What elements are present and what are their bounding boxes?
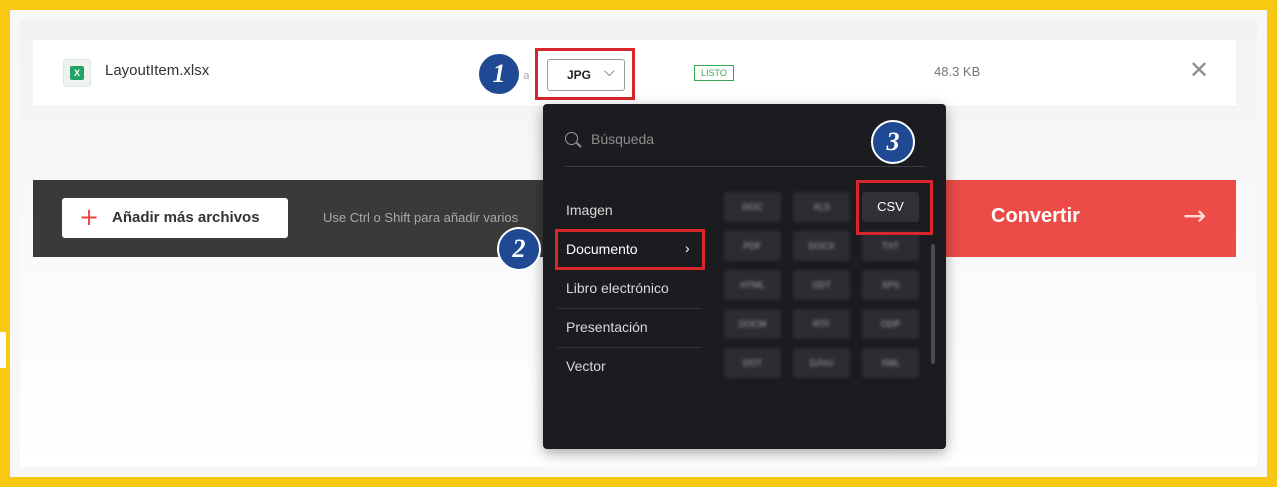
format-option[interactable]: PDF xyxy=(724,231,781,261)
file-row: X LayoutItem.xlsx a JPG ⌵ LISTO 48.3 KB … xyxy=(33,40,1236,107)
add-files-button[interactable]: + Añadir más archivos xyxy=(62,198,288,238)
file-size: 48.3 KB xyxy=(934,64,981,79)
category-label: Presentación xyxy=(566,319,648,335)
plus-icon: + xyxy=(79,203,100,231)
search-divider xyxy=(565,166,925,167)
convert-label: Convertir xyxy=(991,205,1080,227)
category-item-libro-electronico[interactable]: Libro electrónico xyxy=(557,270,702,309)
excel-file-icon: X xyxy=(63,59,91,87)
format-option[interactable]: XPS xyxy=(862,270,919,300)
category-item-presentacion[interactable]: Presentación xyxy=(557,309,702,348)
status-badge: LISTO xyxy=(694,65,734,81)
category-highlight xyxy=(555,229,705,270)
format-option[interactable]: ODT xyxy=(793,270,850,300)
format-option[interactable]: DOC xyxy=(724,192,781,222)
category-item-imagen[interactable]: Imagen xyxy=(557,192,702,231)
format-select[interactable]: JPG ⌵ xyxy=(547,59,625,91)
step-badge-2: 2 xyxy=(497,227,541,271)
search-input[interactable]: Búsqueda xyxy=(591,131,654,147)
format-select-value: JPG xyxy=(567,68,592,82)
format-option[interactable]: DOT xyxy=(724,348,781,378)
format-select-highlight: JPG ⌵ xyxy=(535,48,635,100)
category-label: Vector xyxy=(566,358,606,374)
multi-select-hint: Use Ctrl o Shift para añadir varios xyxy=(323,210,519,225)
category-label: Imagen xyxy=(566,202,613,218)
category-list: Imagen Documento › Libro electrónico Pres… xyxy=(557,192,702,387)
add-files-label: Añadir más archivos xyxy=(112,209,260,226)
format-option[interactable]: DOCX xyxy=(793,231,850,261)
step-badge-3: 3 xyxy=(871,120,915,164)
format-option[interactable]: DJVU xyxy=(793,348,850,378)
file-name: LayoutItem.xlsx xyxy=(105,62,210,79)
format-option[interactable]: DOCM xyxy=(724,309,781,339)
close-icon[interactable]: ✕ xyxy=(1189,58,1209,82)
step-badge-1: 1 xyxy=(477,52,521,96)
arrow-right-icon: → xyxy=(1183,199,1207,232)
category-item-vector[interactable]: Vector xyxy=(557,348,702,387)
chevron-down-icon: ⌵ xyxy=(604,64,615,80)
format-option[interactable]: XML xyxy=(862,348,919,378)
format-option[interactable]: ODP xyxy=(862,309,919,339)
format-option[interactable]: XLS xyxy=(793,192,850,222)
format-option[interactable]: HTML xyxy=(724,270,781,300)
dropdown-scrollbar[interactable] xyxy=(931,244,935,364)
format-option[interactable]: RTF xyxy=(793,309,850,339)
convert-button[interactable]: Convertir → xyxy=(945,180,1236,257)
category-label: Libro electrónico xyxy=(566,280,669,296)
format-option[interactable]: TXT xyxy=(862,231,919,261)
search-icon xyxy=(565,132,578,145)
partial-text: a xyxy=(523,69,530,82)
csv-highlight xyxy=(856,180,933,235)
frame-edge-tab xyxy=(0,330,8,370)
